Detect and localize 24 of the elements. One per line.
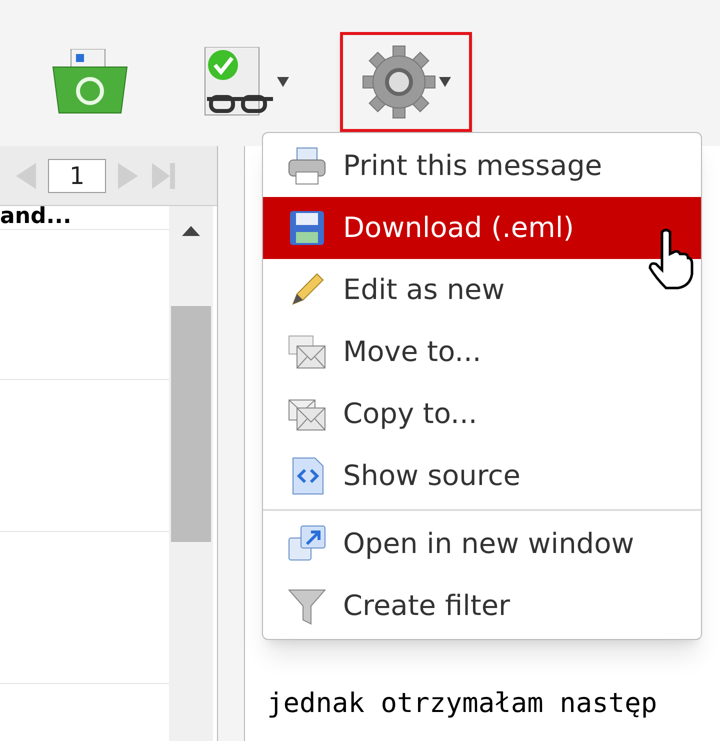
scroll-up-icon[interactable] (182, 226, 200, 236)
toolbar-button[interactable] (340, 32, 472, 132)
page-field[interactable]: 1 (48, 158, 106, 192)
message-body-text: jednak otrzymałam następ (267, 686, 658, 720)
menu-item[interactable]: Edit as new (263, 259, 701, 321)
menu-item[interactable]: Copy to... (263, 383, 701, 445)
menu-item[interactable]: Move to... (263, 321, 701, 383)
printer-icon (287, 146, 327, 186)
caret-icon (439, 77, 451, 87)
scrollbar-thumb[interactable] (171, 306, 211, 542)
previous-page-icon[interactable] (14, 162, 38, 188)
menu-item[interactable]: Print this message (263, 135, 701, 197)
last-page-icon[interactable] (150, 162, 176, 188)
scrollbar[interactable] (169, 206, 213, 741)
gear-icon (361, 44, 437, 120)
message-subject[interactable]: and... (0, 206, 72, 228)
menu-item[interactable]: Show source (263, 445, 701, 507)
hand-cursor-icon (648, 228, 696, 290)
next-page-icon[interactable] (116, 162, 140, 188)
menu-item[interactable]: Create filter (263, 575, 701, 637)
caret-icon (277, 77, 289, 87)
mark-glasses-icon (203, 47, 275, 117)
menu-item[interactable]: Open in new window (263, 513, 701, 575)
menu-item[interactable]: Download (.eml) (263, 197, 701, 259)
